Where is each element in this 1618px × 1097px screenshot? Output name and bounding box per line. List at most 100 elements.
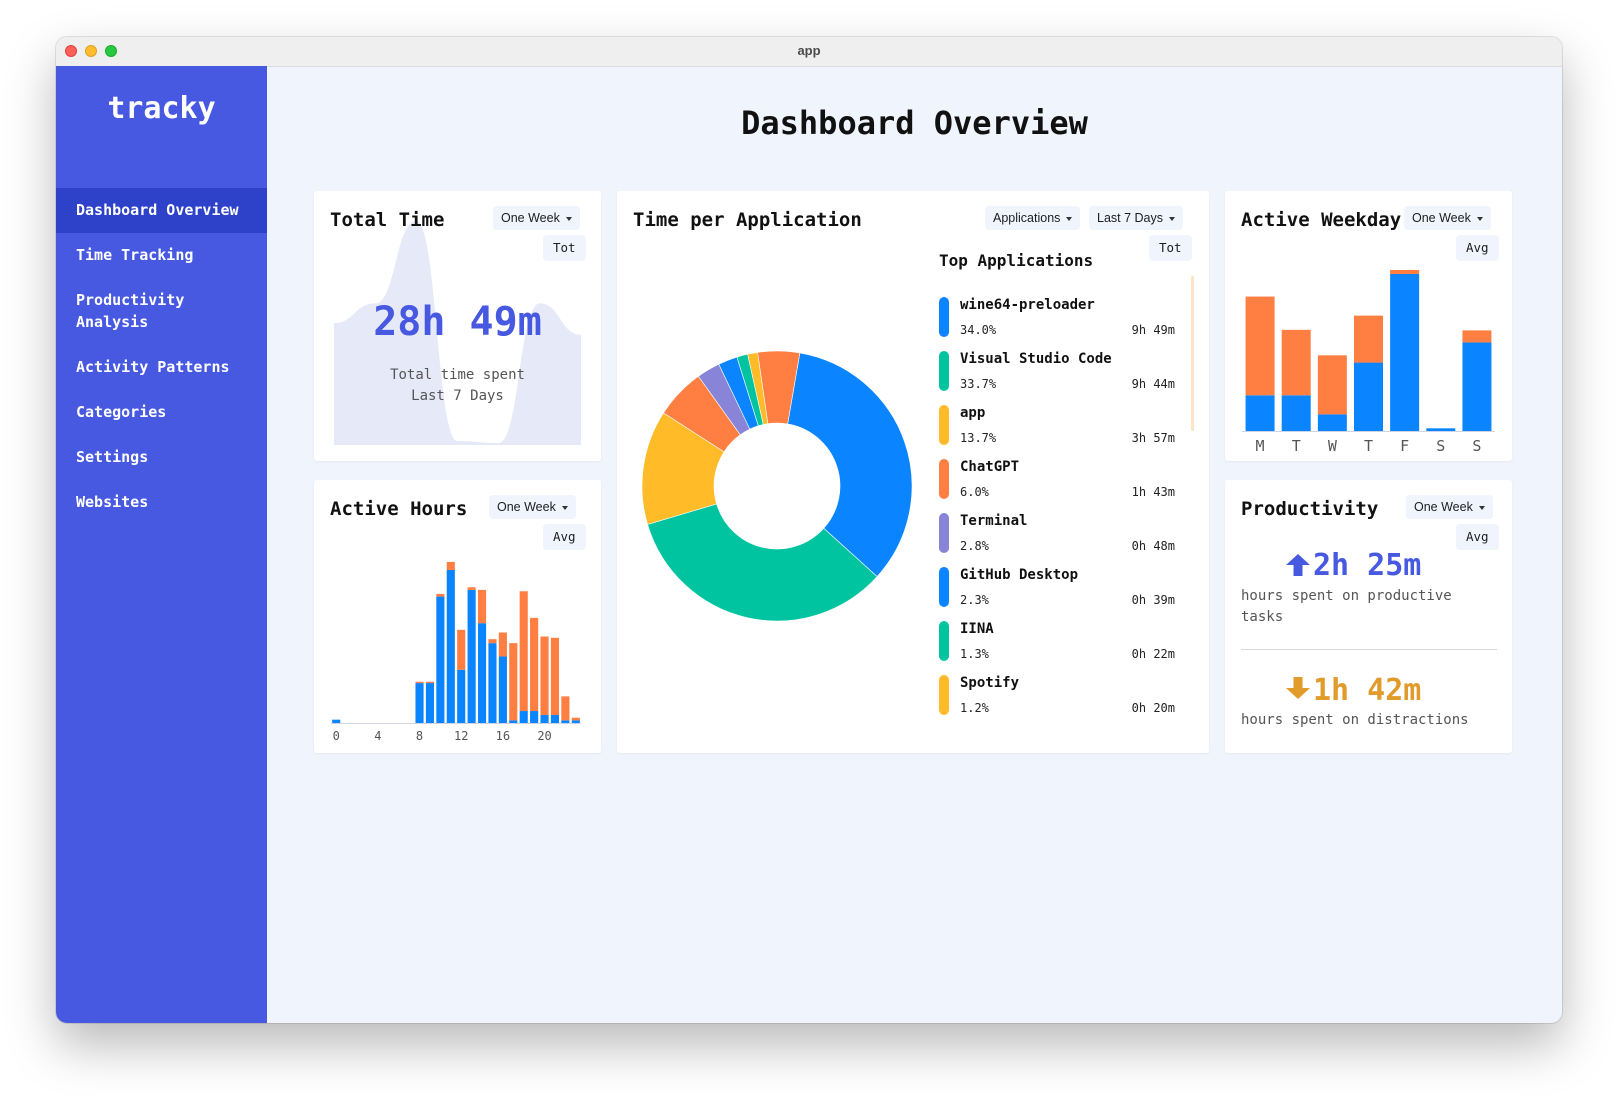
time-per-application-title: Time per Application [633,209,862,231]
weekday-bar-segment[interactable] [1281,395,1311,431]
weekday-bar-segment[interactable] [1354,315,1383,363]
weekday-bar-segment[interactable] [1390,274,1420,431]
list-item[interactable]: ChatGPT 6.0% 1h 43m [939,459,1175,509]
hour-bar-segment[interactable] [519,711,528,723]
sidebar-item-dashboard-overview[interactable]: Dashboard Overview [56,188,267,233]
weekday-bar-segment[interactable] [1245,296,1275,396]
window-title: app [797,43,821,58]
hour-bar-segment[interactable] [498,656,507,723]
hour-bar-segment[interactable] [477,623,487,723]
sidebar-item-websites[interactable]: Websites [56,480,267,525]
chevron-down-icon [1169,216,1176,221]
app-time: 1h 43m [1131,485,1175,499]
total-time-range-dropdown[interactable]: One Week [493,206,580,230]
hour-bar-segment[interactable] [415,683,424,723]
total-time-title: Total Time [330,209,445,231]
hour-bar-segment[interactable] [457,669,466,723]
hour-bar-segment[interactable] [509,720,518,723]
weekday-bar-segment[interactable] [1245,395,1275,431]
hour-bar-segment[interactable] [488,639,497,644]
app-name: Spotify [960,675,1020,691]
hour-bar-segment[interactable] [457,629,466,670]
hour-bar-segment[interactable] [467,587,476,590]
x-tick-label: M [1256,437,1265,455]
sidebar-item-categories[interactable]: Categories [56,390,267,435]
list-item[interactable]: IINA 1.3% 0h 22m [939,621,1175,671]
hour-bar-segment[interactable] [425,683,435,723]
app-mode-toggle[interactable]: Tot [1149,235,1192,261]
hour-bar-segment[interactable] [540,715,549,723]
total-time-value: 28h 49m [373,299,542,345]
sidebar-item-productivity-analysis[interactable]: Productivity Analysis [56,278,246,345]
distraction-time-label: hours spent on distractions [1241,712,1469,728]
app-percent: 33.7% [960,377,997,391]
hour-bar-segment[interactable] [571,720,580,723]
hour-bar-segment[interactable] [446,569,455,723]
weekday-bar-segment[interactable] [1317,355,1347,415]
sidebar-item-time-tracking[interactable]: Time Tracking [56,233,267,278]
hour-bar-segment[interactable] [332,719,341,723]
hour-bar-segment[interactable] [467,589,476,723]
x-tick-label: S [1472,437,1481,455]
weekday-bar-segment[interactable] [1317,414,1347,431]
x-tick-label: T [1292,437,1301,455]
productivity-range-dropdown[interactable]: One Week [1406,495,1493,519]
weekday-bar-segment[interactable] [1462,330,1492,343]
sidebar: tracky Dashboard Overview Time Tracking … [56,66,267,1023]
hour-bar-segment[interactable] [530,617,539,712]
hour-bar-segment[interactable] [425,681,435,684]
list-item[interactable]: wine64-preloader 34.0% 9h 49m [939,297,1175,347]
x-tick-label: 8 [416,729,423,743]
x-tick-label: 4 [374,729,381,743]
hour-bar-segment[interactable] [530,711,539,723]
group-by-dropdown[interactable]: Applications [985,206,1081,230]
weekday-bar-segment[interactable] [1354,362,1383,431]
productivity-mode-toggle[interactable]: Avg [1456,524,1499,550]
brand-logo: tracky [107,91,216,126]
application-donut-chart [641,350,913,622]
app-color-marker [939,297,949,337]
weekday-bar-segment[interactable] [1426,428,1456,431]
productivity-card: Productivity One Week Avg 2h 25m hours s… [1225,480,1512,753]
top-applications-title: Top Applications [939,251,1094,270]
weekday-bar-segment[interactable] [1462,342,1492,431]
weekday-bar-segment[interactable] [1390,270,1420,275]
weekday-bar-segment[interactable] [1281,329,1311,396]
list-item[interactable]: GitHub Desktop 2.3% 0h 39m [939,567,1175,617]
app-percent: 2.8% [960,539,989,553]
hour-bar-segment[interactable] [436,596,445,723]
app-percent: 6.0% [960,485,989,499]
app-range-dropdown[interactable]: Last 7 Days [1089,206,1184,230]
hour-bar-segment[interactable] [498,632,507,657]
hour-bar-segment[interactable] [477,589,487,624]
hour-bar-segment[interactable] [571,717,580,721]
active-weekday-chart: MTWTFSS [1242,270,1495,455]
hour-bar-segment[interactable] [550,637,560,716]
hour-bar-segment[interactable] [519,591,528,712]
divider [1241,649,1497,650]
sidebar-item-settings[interactable]: Settings [56,435,267,480]
app-color-marker [939,621,949,661]
hour-bar-segment[interactable] [561,696,570,721]
total-time-mode-toggle[interactable]: Tot [543,235,586,261]
arrow-up-icon [1286,554,1310,576]
hour-bar-segment[interactable] [488,643,497,723]
list-item[interactable]: app 13.7% 3h 57m [939,405,1175,455]
hour-bar-segment[interactable] [561,720,570,723]
app-name: wine64-preloader [960,297,1095,313]
hour-bar-segment[interactable] [509,643,518,721]
hour-bar-segment[interactable] [415,681,424,684]
app-name: GitHub Desktop [960,567,1079,583]
sidebar-item-activity-patterns[interactable]: Activity Patterns [56,345,267,390]
app-percent: 13.7% [960,431,997,445]
list-item[interactable]: Terminal 2.8% 0h 48m [939,513,1175,563]
hour-bar-segment[interactable] [550,715,560,723]
list-item[interactable]: Visual Studio Code 33.7% 9h 44m [939,351,1175,401]
hour-bar-segment[interactable] [446,561,455,570]
hour-bar-segment[interactable] [436,593,445,597]
top-applications-scrollbar[interactable] [1191,276,1194,431]
hour-bar-segment[interactable] [540,636,549,716]
time-per-application-card: Time per Application Applications Last 7… [617,191,1209,753]
x-tick-label: 12 [454,729,468,743]
list-item[interactable]: Spotify 1.2% 0h 20m [939,675,1175,725]
